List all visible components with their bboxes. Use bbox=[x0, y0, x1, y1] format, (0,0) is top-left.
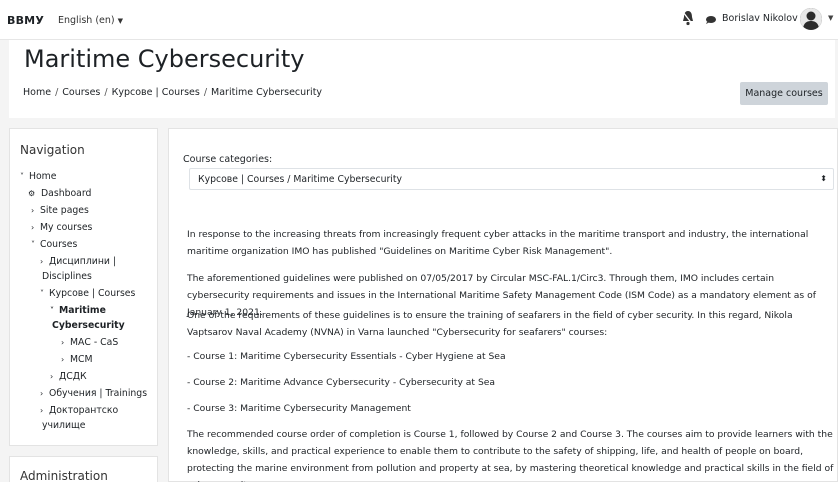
chevron-down-icon: ˅ bbox=[31, 240, 35, 249]
chevron-right-icon: › bbox=[40, 389, 44, 398]
course-1-item: - Course 1: Maritime Cybersecurity Essen… bbox=[187, 351, 506, 362]
breadcrumb-current[interactable]: Maritime Cybersecurity bbox=[211, 87, 322, 98]
navigation-title: Navigation bbox=[20, 143, 85, 157]
nav-item-kursove-courses[interactable]: ˅ Курсове | Courses bbox=[40, 288, 135, 299]
administration-block: Administration bbox=[9, 456, 158, 482]
nav-label: Site pages bbox=[40, 205, 89, 216]
selected-category: Курсове | Courses / Maritime Cybersecuri… bbox=[198, 174, 403, 185]
select-arrows-icon: ⬍ bbox=[820, 174, 827, 183]
breadcrumb-category[interactable]: Курсове | Courses bbox=[112, 87, 200, 98]
course-categories-label: Course categories: bbox=[183, 154, 273, 165]
notification-bell-icon[interactable] bbox=[682, 10, 694, 26]
site-brand[interactable]: ВВМУ bbox=[7, 14, 44, 27]
page-title: Maritime Cybersecurity bbox=[24, 45, 305, 73]
recommended-order-paragraph: The recommended course order of completi… bbox=[187, 429, 834, 482]
chevron-right-icon: › bbox=[31, 223, 35, 232]
course-category-select[interactable]: Курсове | Courses / Maritime Cybersecuri… bbox=[189, 168, 834, 190]
course-3-item: - Course 3: Maritime Cybersecurity Manag… bbox=[187, 403, 411, 414]
breadcrumb-separator: / bbox=[104, 87, 108, 98]
user-menu-caret-icon[interactable]: ▼ bbox=[828, 14, 833, 22]
language-menu[interactable]: English (en) ▼ bbox=[58, 15, 123, 26]
nav-label: ДСДК bbox=[59, 371, 87, 382]
nav-label: училище bbox=[42, 420, 86, 431]
breadcrumb: Home / Courses / Курсове | Courses / Maritime … bbox=[23, 87, 322, 98]
nav-label: Докторантско bbox=[49, 405, 119, 416]
requirements-paragraph: One of the requirements of these guideli… bbox=[187, 310, 793, 338]
avatar-image bbox=[800, 8, 822, 30]
nav-item-site-pages[interactable]: › Site pages bbox=[31, 205, 89, 216]
chevron-right-icon: › bbox=[31, 206, 35, 215]
administration-title: Administration bbox=[20, 469, 108, 482]
chevron-down-icon: ˅ bbox=[50, 306, 54, 315]
nav-item-home[interactable]: ˅ Home bbox=[20, 171, 56, 182]
nav-item-trainings[interactable]: › Обучения | Trainings bbox=[40, 388, 147, 399]
chevron-down-icon: ˅ bbox=[20, 172, 24, 181]
nav-label: Обучения | Trainings bbox=[49, 388, 148, 399]
messages-icon[interactable] bbox=[706, 16, 716, 24]
breadcrumb-courses[interactable]: Courses bbox=[62, 87, 100, 98]
breadcrumb-home[interactable]: Home bbox=[23, 87, 51, 98]
chevron-right-icon: › bbox=[61, 355, 65, 364]
chevron-right-icon: › bbox=[61, 338, 65, 347]
nav-label: Dashboard bbox=[41, 188, 92, 199]
chevron-right-icon: › bbox=[50, 372, 54, 381]
chevron-down-icon: ˅ bbox=[40, 289, 44, 298]
main-content: Course categories: Курсове | Courses / M… bbox=[168, 128, 838, 482]
navigation-block: Navigation ˅ Home ⚙ Dashboard › Site pages … bbox=[9, 128, 158, 446]
nav-item-disciplines-cont[interactable]: Disciplines bbox=[42, 271, 92, 282]
nav-item-doctoral-school[interactable]: › Докторантско bbox=[40, 405, 118, 416]
nav-label: МАС - CaS bbox=[70, 337, 119, 348]
breadcrumb-separator: / bbox=[55, 87, 59, 98]
nav-item-courses[interactable]: ˅ Courses bbox=[31, 239, 77, 250]
intro-paragraph: In response to the increasing threats fr… bbox=[187, 229, 809, 257]
nav-label: МСМ bbox=[70, 354, 93, 365]
nav-item-mac-cas[interactable]: › МАС - CaS bbox=[61, 337, 118, 348]
nav-label: Home bbox=[29, 171, 57, 182]
nav-label: Курсове | Courses bbox=[49, 288, 136, 299]
nav-item-disciplines[interactable]: › Дисциплини | bbox=[40, 256, 116, 267]
nav-label: Maritime bbox=[59, 305, 106, 316]
nav-label: Дисциплини | bbox=[49, 256, 117, 267]
user-avatar[interactable] bbox=[800, 8, 822, 30]
language-label: English (en) bbox=[58, 15, 115, 26]
course-2-item: - Course 2: Maritime Advance Cybersecuri… bbox=[187, 377, 496, 388]
nav-item-maritime-cybersecurity-cont[interactable]: Cybersecurity bbox=[52, 320, 125, 331]
nav-item-maritime-cybersecurity[interactable]: ˅ Maritime bbox=[50, 305, 106, 316]
chevron-right-icon: › bbox=[40, 257, 44, 266]
chevron-right-icon: › bbox=[40, 406, 44, 415]
nav-item-my-courses[interactable]: › My courses bbox=[31, 222, 92, 233]
nav-item-mcm[interactable]: › МСМ bbox=[61, 354, 93, 365]
dashboard-icon: ⚙ bbox=[28, 189, 36, 198]
page-header: Maritime Cybersecurity Home / Courses / Курс… bbox=[9, 40, 835, 118]
top-navbar: ВВМУ English (en) ▼ Borislav Nikolov ▼ bbox=[0, 0, 838, 40]
nav-label: My courses bbox=[40, 222, 93, 233]
nav-label: Cybersecurity bbox=[52, 320, 125, 331]
nav-label: Disciplines bbox=[42, 271, 92, 282]
chevron-down-icon: ▼ bbox=[117, 17, 123, 25]
nav-item-dashboard[interactable]: ⚙ Dashboard bbox=[28, 188, 91, 199]
nav-item-doctoral-school-cont[interactable]: училище bbox=[42, 420, 86, 431]
manage-courses-button[interactable]: Manage courses bbox=[740, 82, 828, 105]
breadcrumb-separator: / bbox=[203, 87, 208, 98]
user-name[interactable]: Borislav Nikolov bbox=[722, 13, 798, 24]
nav-item-dsdk[interactable]: › ДСДК bbox=[50, 371, 87, 382]
nav-label: Courses bbox=[40, 239, 78, 250]
